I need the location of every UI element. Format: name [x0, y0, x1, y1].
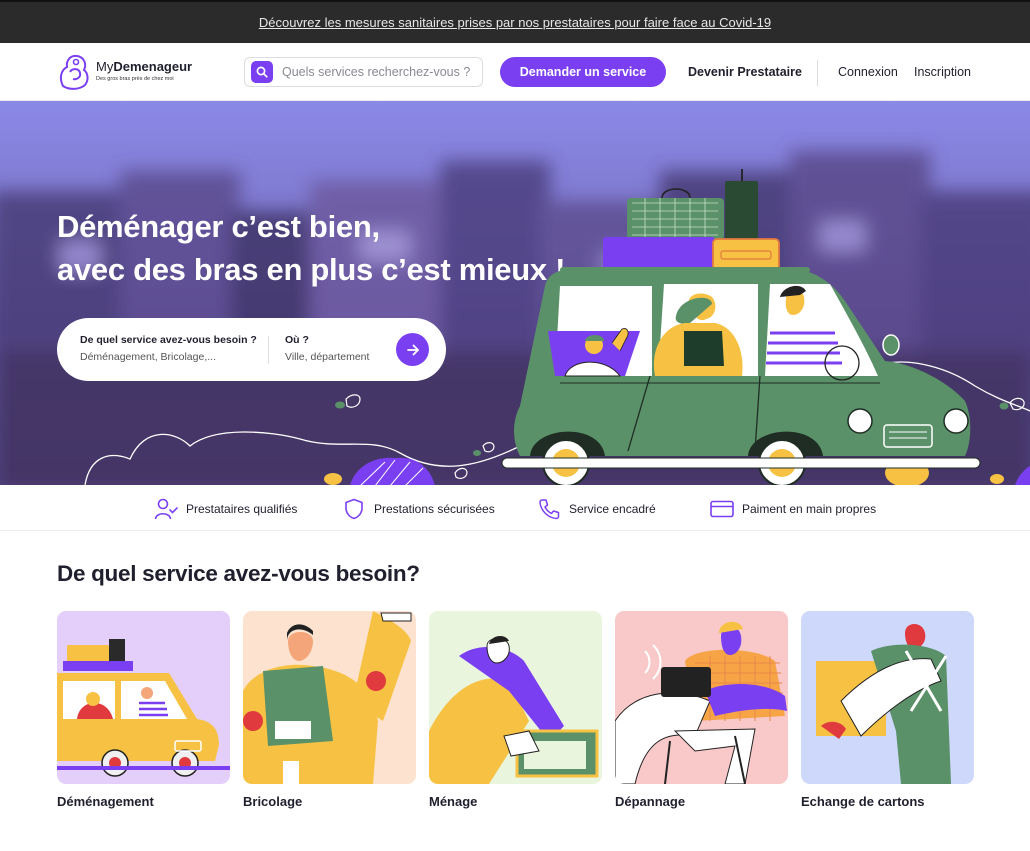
- service-card-bricolage[interactable]: Bricolage: [243, 611, 416, 809]
- feature-qualified-label: Prestataires qualifiés: [186, 502, 298, 516]
- service-label-menage[interactable]: Ménage: [429, 794, 602, 809]
- service-card-depannage[interactable]: Dépannage: [615, 611, 788, 809]
- features-bar: Prestataires qualifiés Prestations sécur…: [0, 485, 1030, 531]
- shield-icon: [342, 497, 366, 521]
- feature-qualified: Prestataires qualifiés: [154, 497, 297, 521]
- feature-supervised: Service encadré: [537, 497, 656, 521]
- car-illustration: [501, 169, 981, 485]
- service-image-cartons[interactable]: [801, 611, 974, 784]
- service-card-menage[interactable]: Ménage: [429, 611, 602, 809]
- service-card-demenagement[interactable]: Déménagement: [57, 611, 230, 809]
- service-label-demenagement[interactable]: Déménagement: [57, 794, 230, 809]
- service-image-menage[interactable]: [429, 611, 602, 784]
- covid-banner: Découvrez les mesures sanitaires prises …: [0, 0, 1030, 43]
- logo-tagline: Des gros bras près de chez moi: [96, 76, 174, 82]
- services-title: De quel service avez-vous besoin?: [57, 561, 420, 586]
- feature-payment: Paiment en main propres: [710, 497, 876, 521]
- user-check-icon: [154, 497, 178, 521]
- search-icon[interactable]: [251, 61, 273, 83]
- header-search: [244, 57, 483, 87]
- hero-section: Déménager c’est bien, avec des bras en p…: [0, 101, 1030, 485]
- nav-divider: [817, 60, 818, 86]
- service-image-depannage[interactable]: [615, 611, 788, 784]
- search-input[interactable]: [282, 65, 472, 79]
- service-label-depannage[interactable]: Dépannage: [615, 794, 788, 809]
- covid-info-link[interactable]: Découvrez les mesures sanitaires prises …: [259, 15, 771, 30]
- feature-secure: Prestations sécurisées: [342, 497, 495, 521]
- feature-supervised-label: Service encadré: [569, 502, 656, 516]
- credit-card-icon: [710, 497, 734, 521]
- feature-secure-label: Prestations sécurisées: [374, 502, 495, 516]
- request-service-button[interactable]: Demander un service: [500, 57, 666, 87]
- service-image-demenagement[interactable]: [57, 611, 230, 784]
- service-card-cartons[interactable]: Echange de cartons: [801, 611, 974, 809]
- login-link[interactable]: Connexion: [838, 65, 898, 79]
- main-header: MyDemenageur Des gros bras près de chez …: [0, 43, 1030, 101]
- logo-bold: Demenageur: [113, 59, 193, 74]
- service-label-cartons[interactable]: Echange de cartons: [801, 794, 974, 809]
- signup-link[interactable]: Inscription: [914, 65, 971, 79]
- logo-icon[interactable]: [57, 52, 91, 92]
- service-label-bricolage[interactable]: Bricolage: [243, 794, 416, 809]
- service-image-bricolage[interactable]: [243, 611, 416, 784]
- become-provider-link[interactable]: Devenir Prestataire: [688, 65, 802, 79]
- logo-prefix: My: [96, 59, 114, 74]
- feature-payment-label: Paiment en main propres: [742, 502, 877, 516]
- logo-wordmark[interactable]: MyDemenageur Des gros bras près de chez …: [96, 59, 192, 82]
- phone-icon: [537, 497, 561, 521]
